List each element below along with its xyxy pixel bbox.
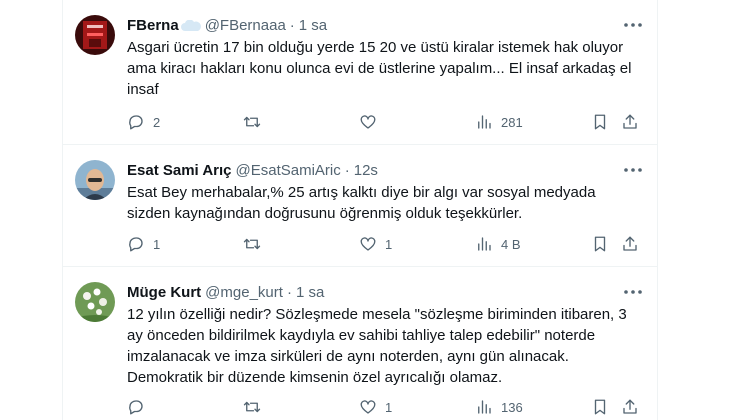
reply-count: 1 — [153, 236, 161, 252]
author-handle[interactable]: @EsatSamiAric — [236, 162, 341, 179]
author-handle[interactable]: @mge_kurt — [205, 284, 283, 301]
views-count: 4 B — [501, 236, 521, 252]
tweet-text-line: imzalanacak ve imza sirküleri de aynı no… — [127, 348, 569, 365]
author-name[interactable]: FBerna — [127, 17, 179, 34]
more-dots-icon[interactable] — [623, 161, 643, 179]
cloud-emoji-icon — [180, 19, 201, 31]
tweet-time[interactable]: 1 sa — [296, 284, 324, 301]
tweet-actions: 1 136 — [127, 397, 647, 417]
more-dots-icon[interactable] — [623, 283, 643, 301]
reply-button[interactable] — [127, 397, 153, 417]
retweet-button[interactable] — [243, 234, 269, 254]
bookmark-icon — [594, 114, 606, 130]
tweet-text-line: ama kiracı hakları konu olunca evi de üs… — [127, 60, 632, 77]
separator-dot: · — [344, 161, 350, 179]
tweet-2[interactable]: Esat Sami Arıç @EsatSamiAric · 12s Esat … — [63, 145, 657, 267]
timeline-column: FBerna @FBernaaa · 1 sa Asgari ücretin 1… — [62, 0, 658, 420]
tweet-text: 12 yılın özelliği nedir? Sözleşmede mese… — [127, 304, 647, 388]
tweet-text-line: Asgari ücretin 17 bin olduğu yerde 15 20… — [127, 39, 624, 56]
author-handle[interactable]: @FBernaaa — [205, 17, 286, 34]
bookmark-button[interactable] — [591, 234, 609, 254]
bar-chart-icon — [478, 115, 491, 129]
retweet-button[interactable] — [243, 397, 269, 417]
retweet-icon — [243, 116, 261, 128]
reply-button[interactable]: 2 — [127, 112, 160, 132]
retweet-icon — [243, 401, 261, 413]
like-button[interactable]: 1 — [359, 234, 392, 254]
avatar[interactable] — [75, 15, 115, 55]
like-count: 1 — [385, 236, 393, 252]
views-button[interactable]: 4 B — [475, 234, 521, 254]
retweet-button[interactable] — [243, 112, 269, 132]
share-button[interactable] — [621, 397, 639, 417]
author-name[interactable]: Esat Sami Arıç — [127, 162, 232, 179]
reply-count: 2 — [153, 114, 161, 130]
share-upload-icon — [623, 236, 637, 251]
views-button[interactable]: 136 — [475, 397, 523, 417]
tweet-header: Esat Sami Arıç @EsatSamiAric · 12s — [127, 160, 378, 180]
tweet-actions: 1 1 4 B — [127, 234, 647, 254]
tweet-time[interactable]: 1 sa — [299, 17, 327, 34]
tweet-3[interactable]: Müge Kurt @mge_kurt · 1 sa 12 yılın özel… — [63, 267, 657, 420]
share-button[interactable] — [621, 234, 639, 254]
bar-chart-icon — [478, 237, 491, 251]
bookmark-button[interactable] — [591, 397, 609, 417]
tweet-text-line: 12 yılın özelliği nedir? Sözleşmede mese… — [127, 306, 627, 323]
tweet-header: FBerna @FBernaaa · 1 sa — [127, 15, 327, 35]
share-button[interactable] — [621, 112, 639, 132]
reply-button[interactable]: 1 — [127, 234, 160, 254]
avatar[interactable] — [75, 160, 115, 200]
bookmark-icon — [594, 399, 606, 415]
like-count: 1 — [385, 399, 393, 415]
separator-dot: · — [289, 16, 295, 34]
bookmark-icon — [594, 236, 606, 252]
views-count: 281 — [501, 114, 523, 130]
tweet-text-line: sizden kaynağından doğrusunu öğrenmiş ol… — [127, 205, 523, 222]
views-button[interactable]: 281 — [475, 112, 523, 132]
reply-bubble-icon — [129, 115, 143, 130]
heart-icon — [360, 400, 376, 414]
reply-bubble-icon — [129, 237, 143, 252]
tweet-header: Müge Kurt @mge_kurt · 1 sa — [127, 282, 324, 302]
tweet-text-line: Esat Bey merhabalar,% 25 artış kalktı di… — [127, 184, 596, 201]
tweet-text-line: Demokratik bir düzende kimsenin özel ayr… — [127, 369, 503, 386]
author-name[interactable]: Müge Kurt — [127, 284, 201, 301]
views-count: 136 — [501, 399, 523, 415]
tweet-1[interactable]: FBerna @FBernaaa · 1 sa Asgari ücretin 1… — [63, 0, 657, 145]
like-button[interactable] — [359, 112, 385, 132]
reply-bubble-icon — [129, 400, 143, 415]
tweet-text-line: ay önceden bildirilmek kaydıyla ev sahib… — [127, 327, 596, 344]
avatar[interactable] — [75, 282, 115, 322]
share-upload-icon — [623, 114, 637, 129]
bar-chart-icon — [478, 400, 491, 414]
separator-dot: · — [286, 283, 292, 301]
left-gutter — [0, 0, 62, 420]
tweet-text: Esat Bey merhabalar,% 25 artış kalktı di… — [127, 182, 647, 224]
retweet-icon — [243, 238, 261, 250]
heart-icon — [360, 115, 376, 129]
tweet-time[interactable]: 12s — [354, 162, 378, 179]
share-upload-icon — [623, 399, 637, 414]
more-dots-icon[interactable] — [623, 16, 643, 34]
bookmark-button[interactable] — [591, 112, 609, 132]
heart-icon — [360, 237, 376, 251]
tweet-actions: 2 281 — [127, 112, 647, 132]
like-button[interactable]: 1 — [359, 397, 392, 417]
tweet-text-line: insaf — [127, 81, 159, 98]
tweet-text: Asgari ücretin 17 bin olduğu yerde 15 20… — [127, 37, 647, 100]
